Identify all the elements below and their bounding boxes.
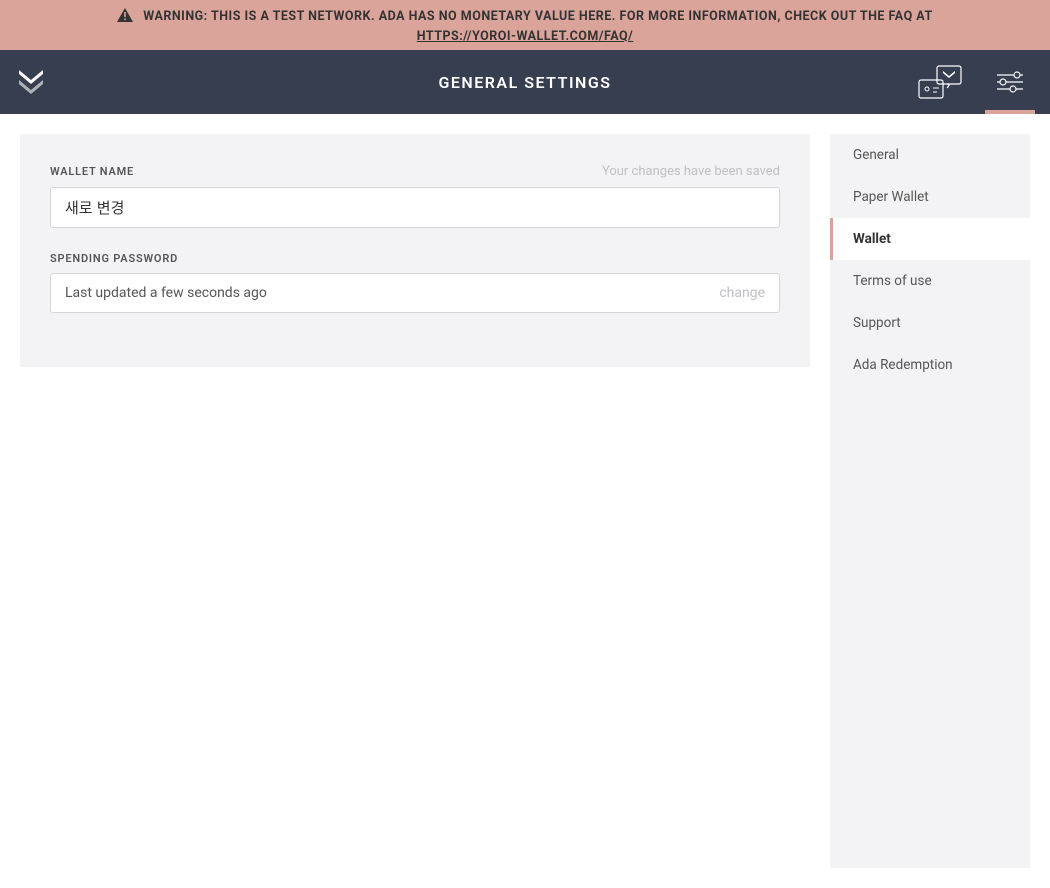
sidebar-item-ada-redemption[interactable]: Ada Redemption [830, 344, 1030, 386]
app-header: GENERAL SETTINGS [0, 50, 1050, 114]
wallet-name-label: WALLET NAME [50, 165, 134, 178]
page-title: GENERAL SETTINGS [438, 73, 611, 92]
sidebar-item-paper-wallet[interactable]: Paper Wallet [830, 176, 1030, 218]
spending-password-status: Last updated a few seconds ago [65, 285, 719, 301]
wallet-name-input[interactable] [50, 187, 780, 228]
wallet-name-status: Your changes have been saved [602, 164, 780, 179]
sidebar-item-wallet[interactable]: Wallet [830, 218, 1030, 260]
sidebar-item-terms-of-use[interactable]: Terms of use [830, 260, 1030, 302]
warning-faq-link[interactable]: HTTPS://YOROI-WALLET.COM/FAQ/ [417, 29, 634, 44]
spending-password-label: SPENDING PASSWORD [50, 252, 178, 265]
warning-icon [117, 8, 133, 26]
main-settings-panel: WALLET NAME Your changes have been saved… [20, 134, 810, 367]
warning-banner: WARNING: THIS IS A TEST NETWORK. ADA HAS… [0, 0, 1050, 50]
sidebar-item-general[interactable]: General [830, 134, 1030, 176]
change-password-link[interactable]: change [719, 285, 765, 301]
warning-text: WARNING: THIS IS A TEST NETWORK. ADA HAS… [143, 9, 932, 24]
settings-icon[interactable] [985, 50, 1035, 114]
sidebar-item-support[interactable]: Support [830, 302, 1030, 344]
wallets-icon[interactable] [915, 50, 965, 114]
spending-password-row: Last updated a few seconds ago change [50, 273, 780, 313]
settings-sidebar: General Paper Wallet Wallet Terms of use… [830, 134, 1030, 868]
yoroi-logo-icon[interactable] [15, 66, 47, 98]
